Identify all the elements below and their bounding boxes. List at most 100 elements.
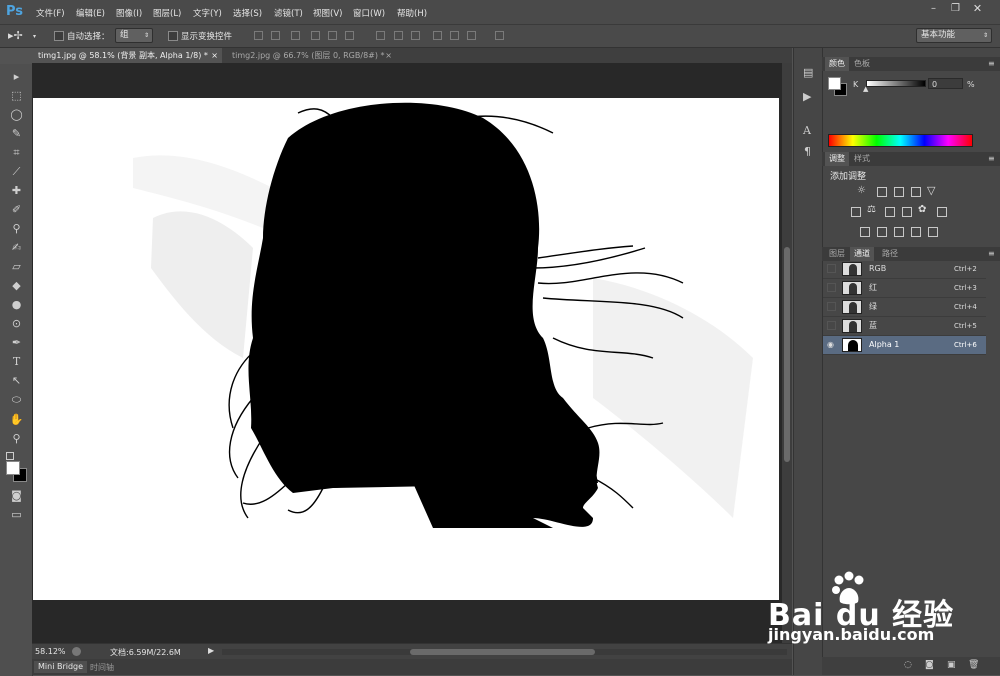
channel-row-alpha1[interactable]: ◉ Alpha 1 Ctrl+6: [823, 336, 986, 355]
crop-tool-icon[interactable]: ⌗: [8, 144, 25, 161]
eyedropper-tool-icon[interactable]: ⟋: [8, 163, 25, 180]
status-menu-arrow-icon[interactable]: ▶: [208, 646, 214, 655]
k-slider-track[interactable]: [866, 80, 926, 87]
levels-icon[interactable]: [877, 187, 887, 197]
distribute-vcenter-icon[interactable]: [394, 31, 403, 40]
menu-file[interactable]: 文件(F): [36, 7, 65, 19]
eraser-tool-icon[interactable]: ▱: [8, 258, 25, 275]
channel-mixer-icon[interactable]: ✿: [918, 204, 926, 215]
invert-icon[interactable]: [860, 227, 870, 237]
menu-help[interactable]: 帮助(H): [397, 7, 427, 19]
menu-type[interactable]: 文字(Y): [193, 7, 222, 19]
status-info-icon[interactable]: [72, 647, 81, 656]
save-selection-icon[interactable]: ◙: [925, 660, 934, 670]
k-value-input[interactable]: 0: [928, 78, 963, 89]
dodge-tool-icon[interactable]: ⊙: [8, 315, 25, 332]
distribute-hcenter-icon[interactable]: [450, 31, 459, 40]
actions-panel-icon[interactable]: ▶: [803, 90, 811, 103]
tab-styles[interactable]: 样式: [850, 152, 874, 166]
history-brush-tool-icon[interactable]: ✍: [8, 239, 25, 256]
channel-row-red[interactable]: 红 Ctrl+3: [823, 279, 986, 298]
color-fg-swatch[interactable]: [828, 77, 841, 90]
menu-window[interactable]: 窗口(W): [353, 7, 385, 19]
align-left-icon[interactable]: [311, 31, 320, 40]
document-canvas[interactable]: [33, 98, 779, 600]
default-colors-icon[interactable]: [6, 452, 14, 460]
tab-color[interactable]: 颜色: [825, 57, 849, 71]
align-bottom-icon[interactable]: [291, 31, 300, 40]
horizontal-scrollbar[interactable]: [222, 649, 787, 655]
exposure-icon[interactable]: [911, 187, 921, 197]
color-balance-icon[interactable]: ⚖: [867, 204, 876, 215]
menu-edit[interactable]: 编辑(E): [76, 7, 105, 19]
threshold-icon[interactable]: [894, 227, 904, 237]
align-vcenter-icon[interactable]: [271, 31, 280, 40]
align-top-icon[interactable]: [254, 31, 263, 40]
auto-select-checkbox[interactable]: [54, 31, 64, 41]
type-tool-icon[interactable]: T: [8, 353, 25, 370]
restore-icon[interactable]: ❐: [948, 2, 963, 15]
panel-menu-icon[interactable]: ≡: [988, 249, 995, 258]
vertical-scroll-thumb[interactable]: [784, 247, 790, 462]
eye-icon[interactable]: ◉: [827, 340, 836, 349]
paragraph-panel-icon[interactable]: ¶: [804, 145, 811, 158]
visibility-toggle[interactable]: [827, 321, 836, 330]
selective-color-icon[interactable]: [911, 227, 921, 237]
tab-layers[interactable]: 图层: [825, 247, 849, 261]
menu-image[interactable]: 图像(I): [116, 7, 142, 19]
healing-brush-tool-icon[interactable]: ✚: [8, 182, 25, 199]
menu-select[interactable]: 选择(S): [233, 7, 262, 19]
load-selection-icon[interactable]: ◌: [904, 660, 912, 670]
gradient-map-icon[interactable]: [928, 227, 938, 237]
tab-timeline[interactable]: 时间轴: [90, 662, 114, 673]
auto-align-icon[interactable]: [495, 31, 504, 40]
quick-mask-icon[interactable]: ◙: [8, 487, 25, 504]
brush-tool-icon[interactable]: ✐: [8, 201, 25, 218]
tab-adjustments[interactable]: 调整: [825, 152, 849, 166]
history-panel-icon[interactable]: ▤: [803, 66, 813, 79]
distribute-right-icon[interactable]: [467, 31, 476, 40]
tab-close-icon[interactable]: ×: [211, 48, 218, 63]
visibility-toggle[interactable]: [827, 302, 836, 311]
zoom-tool-icon[interactable]: ⚲: [8, 430, 25, 447]
minimize-icon[interactable]: –: [926, 2, 941, 15]
visibility-toggle[interactable]: [827, 264, 836, 273]
delete-icon[interactable]: 🗑: [968, 660, 979, 670]
tab-channels[interactable]: 通道: [850, 247, 874, 261]
show-transform-checkbox[interactable]: [168, 31, 178, 41]
character-panel-icon[interactable]: A: [803, 124, 811, 137]
new-channel-icon[interactable]: ▣: [947, 660, 956, 670]
menu-filter[interactable]: 滤镜(T): [274, 7, 303, 19]
foreground-color-swatch[interactable]: [6, 461, 20, 475]
distribute-bottom-icon[interactable]: [411, 31, 420, 40]
move-tool-icon[interactable]: ▸✢: [8, 29, 23, 42]
channel-row-rgb[interactable]: RGB Ctrl+2: [823, 260, 986, 279]
tab-swatches[interactable]: 色板: [850, 57, 874, 71]
hue-saturation-icon[interactable]: [851, 207, 861, 217]
align-hcenter-icon[interactable]: [328, 31, 337, 40]
ellipse-tool-icon[interactable]: ⬭: [8, 391, 25, 408]
workspace-dropdown[interactable]: 基本功能 ⇕: [916, 28, 992, 43]
visibility-toggle[interactable]: [827, 283, 836, 292]
panel-menu-icon[interactable]: ≡: [988, 59, 995, 68]
black-white-icon[interactable]: [885, 207, 895, 217]
move-tool-icon[interactable]: ▸: [8, 68, 25, 85]
blur-tool-icon[interactable]: ●: [8, 296, 25, 313]
channel-row-blue[interactable]: 蓝 Ctrl+5: [823, 317, 986, 336]
color-spectrum-ramp[interactable]: [828, 134, 973, 147]
zoom-level[interactable]: 58.12%: [35, 647, 66, 656]
distribute-left-icon[interactable]: [433, 31, 442, 40]
vibrance-icon[interactable]: ▽: [927, 184, 935, 197]
vertical-scrollbar[interactable]: [782, 63, 792, 643]
menu-layer[interactable]: 图层(L): [153, 7, 181, 19]
posterize-icon[interactable]: [877, 227, 887, 237]
marquee-tool-icon[interactable]: ⬚: [8, 87, 25, 104]
lasso-tool-icon[interactable]: ◯: [8, 106, 25, 123]
distribute-top-icon[interactable]: [376, 31, 385, 40]
tab-paths[interactable]: 路径: [878, 247, 902, 261]
color-lookup-icon[interactable]: [937, 207, 947, 217]
curves-icon[interactable]: [894, 187, 904, 197]
tab-timg1[interactable]: timg1.jpg @ 58.1% (背景 副本, Alpha 1/8) * ×: [32, 48, 222, 63]
close-icon[interactable]: ✕: [970, 2, 985, 15]
slider-handle-icon[interactable]: ▲: [863, 85, 868, 93]
